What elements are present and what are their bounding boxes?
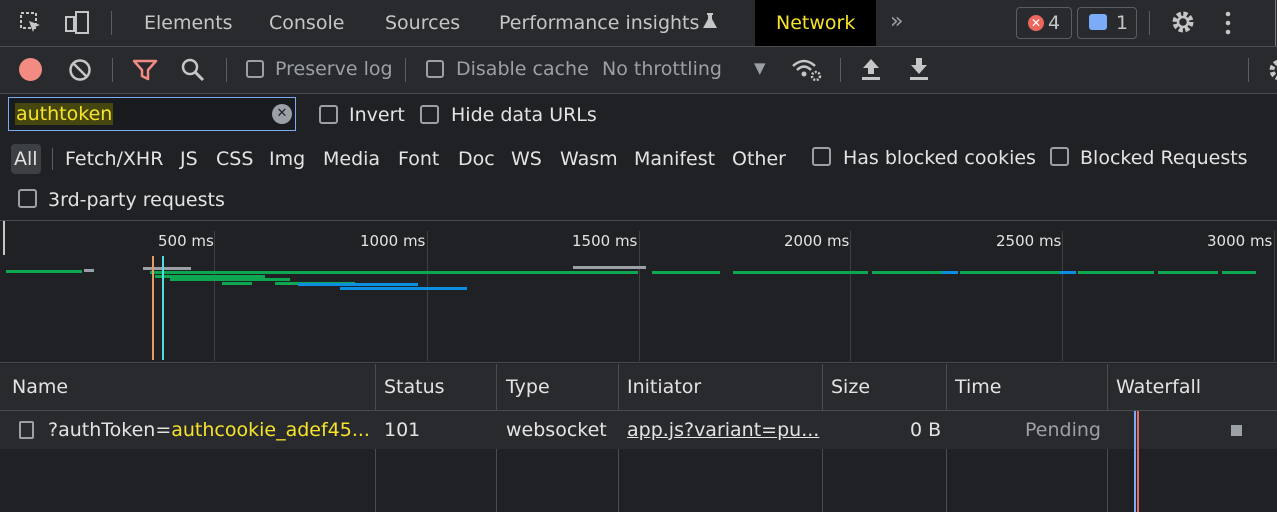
overview-tick: 2000 ms xyxy=(784,232,850,250)
type-filter-other[interactable]: Other xyxy=(732,144,786,174)
inspect-element-icon[interactable] xyxy=(18,10,44,36)
error-icon: ✕ xyxy=(1028,15,1044,31)
network-conditions-icon[interactable] xyxy=(791,57,823,83)
type-filter-js[interactable]: JS xyxy=(180,144,198,174)
type-filter-manifest[interactable]: Manifest xyxy=(634,144,715,174)
has-blocked-cookies-label: Has blocked cookies xyxy=(843,147,1036,169)
preserve-log-label: Preserve log xyxy=(275,58,393,80)
tab-network-label: Network xyxy=(776,12,856,34)
more-options-icon[interactable] xyxy=(1223,10,1233,36)
filter-input-value: authtoken xyxy=(15,103,114,125)
overview-tick: 1500 ms xyxy=(572,232,638,250)
column-header-status[interactable]: Status xyxy=(384,364,445,410)
overview-tick: 500 ms xyxy=(158,232,214,250)
disable-cache-label: Disable cache xyxy=(456,58,589,80)
column-header-type[interactable]: Type xyxy=(506,364,550,410)
column-header-name[interactable]: Name xyxy=(12,364,68,410)
message-count-badge[interactable]: 1 xyxy=(1077,7,1137,39)
tab-console[interactable]: Console xyxy=(269,0,344,46)
import-har-icon[interactable] xyxy=(860,57,882,81)
request-size: 0 B xyxy=(910,419,942,441)
type-filter-img[interactable]: Img xyxy=(269,144,305,174)
resource-file-icon xyxy=(19,421,34,439)
preserve-log-checkbox[interactable] xyxy=(246,60,264,78)
chevron-down-icon[interactable]: ▼ xyxy=(754,59,766,77)
request-name: ?authToken=authcookie_adef45... xyxy=(48,411,370,449)
request-time: Pending xyxy=(1025,419,1101,441)
disable-cache-checkbox[interactable] xyxy=(426,60,444,78)
overview-tick: 3000 ms xyxy=(1207,232,1273,250)
clear-filter-icon[interactable]: ✕ xyxy=(272,104,292,124)
table-row[interactable]: ?authToken=authcookie_adef45... 101 webs… xyxy=(0,411,1277,449)
column-header-time[interactable]: Time xyxy=(955,364,1002,410)
request-name-match: authcookie_adef45... xyxy=(171,419,370,441)
request-name-prefix: ?authToken= xyxy=(48,419,172,441)
message-icon xyxy=(1089,14,1107,30)
tab-elements[interactable]: Elements xyxy=(144,0,233,46)
type-filter-doc[interactable]: Doc xyxy=(458,144,495,174)
type-filter-css[interactable]: CSS xyxy=(216,144,253,174)
column-header-waterfall[interactable]: Waterfall xyxy=(1116,364,1201,410)
tab-sources[interactable]: Sources xyxy=(385,0,460,46)
export-har-icon[interactable] xyxy=(908,57,930,81)
type-filter-all[interactable]: All xyxy=(11,144,41,174)
error-count: 4 xyxy=(1048,12,1061,34)
device-toolbar-icon[interactable] xyxy=(63,9,91,37)
third-party-requests-label: 3rd-party requests xyxy=(48,189,225,211)
overview-tick: 2500 ms xyxy=(996,232,1062,250)
request-type: websocket xyxy=(506,419,607,441)
settings-gear-icon[interactable] xyxy=(1170,9,1196,35)
request-initiator-link[interactable]: app.js?variant=pu... xyxy=(627,411,819,449)
has-blocked-cookies-checkbox[interactable] xyxy=(812,147,831,166)
invert-label: Invert xyxy=(349,104,405,126)
blocked-requests-checkbox[interactable] xyxy=(1050,147,1069,166)
search-icon[interactable] xyxy=(180,57,206,83)
column-header-size[interactable]: Size xyxy=(831,364,870,410)
message-count: 1 xyxy=(1116,12,1129,34)
type-filter-row: All Fetch/XHR JS CSS Img Media Font Doc … xyxy=(0,136,1277,180)
tab-performance-insights[interactable]: Performance insights xyxy=(499,0,699,46)
request-status: 101 xyxy=(384,419,421,441)
invert-checkbox[interactable] xyxy=(319,105,338,124)
clear-icon[interactable] xyxy=(68,58,92,82)
devtools-tab-bar: Elements Console Sources Performance ins… xyxy=(0,0,1277,47)
error-count-badge[interactable]: ✕ 4 xyxy=(1016,7,1072,39)
hide-data-urls-checkbox[interactable] xyxy=(420,105,439,124)
third-party-requests-checkbox[interactable] xyxy=(18,189,37,208)
type-filter-ws[interactable]: WS xyxy=(511,144,542,174)
filter-funnel-icon[interactable] xyxy=(132,58,158,82)
experiment-flask-icon xyxy=(702,12,718,30)
network-overview[interactable]: 500 ms 1000 ms 1500 ms 2000 ms 2500 ms 3… xyxy=(0,221,1277,363)
tab-network[interactable]: Network xyxy=(755,0,876,46)
waterfall-dom-marker xyxy=(1134,411,1136,512)
column-header-initiator[interactable]: Initiator xyxy=(627,364,701,410)
network-toolbar: Preserve log Disable cache No throttling… xyxy=(0,47,1277,94)
type-filter-media[interactable]: Media xyxy=(323,144,380,174)
type-filter-fetch-xhr[interactable]: Fetch/XHR xyxy=(65,144,163,174)
filter-input[interactable]: authtoken ✕ xyxy=(8,97,296,131)
request-table-header: Name Status Type Initiator Size Time Wat… xyxy=(0,364,1277,411)
hide-data-urls-label: Hide data URLs xyxy=(451,104,597,126)
throttling-select[interactable]: No throttling xyxy=(602,58,722,80)
record-button[interactable] xyxy=(19,58,42,81)
more-tabs-icon[interactable]: » xyxy=(890,9,903,34)
overview-tick: 1000 ms xyxy=(360,232,426,250)
waterfall-load-marker xyxy=(1137,411,1139,512)
type-filter-font[interactable]: Font xyxy=(398,144,439,174)
type-filter-wasm[interactable]: Wasm xyxy=(560,144,618,174)
blocked-requests-label: Blocked Requests xyxy=(1080,147,1248,169)
network-settings-gear-icon[interactable] xyxy=(1267,57,1277,83)
third-party-row: 3rd-party requests xyxy=(0,180,1277,221)
filter-row: authtoken ✕ Invert Hide data URLs xyxy=(0,94,1277,136)
waterfall-bar xyxy=(1231,425,1242,436)
